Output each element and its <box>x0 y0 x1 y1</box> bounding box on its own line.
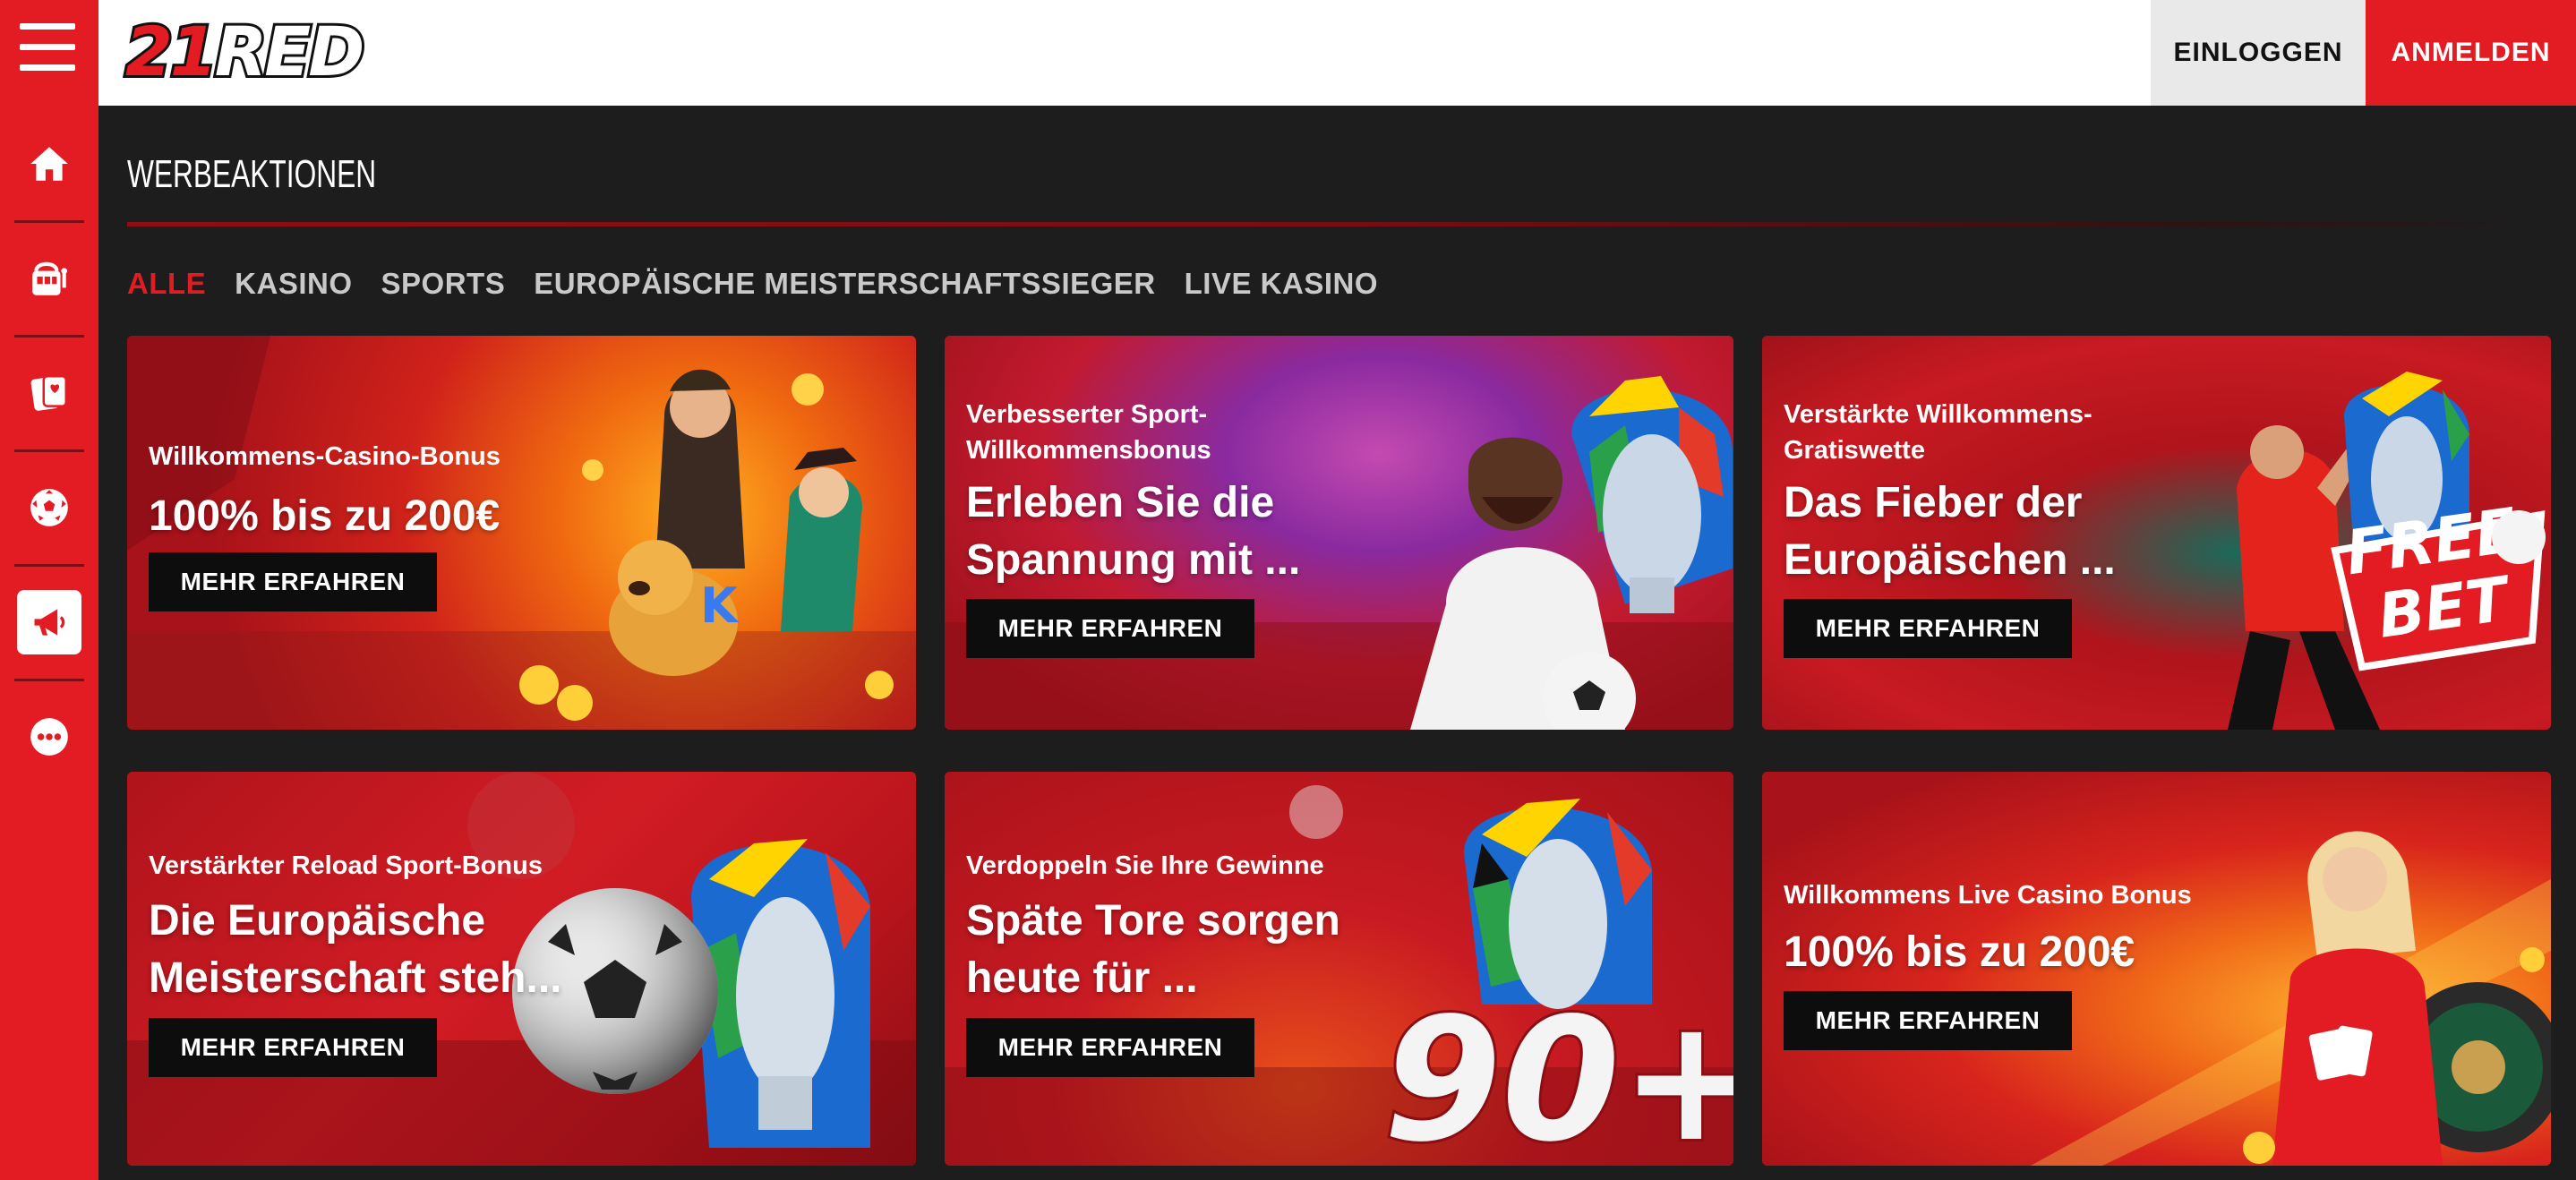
promo-card[interactable]: Verstärkter Reload Sport-Bonus Die Europ… <box>127 772 916 1166</box>
promo-headline: Erleben Sie die Spannung mit ... <box>966 479 1301 584</box>
learn-more-button[interactable]: MEHR ERFAHREN <box>149 1018 437 1077</box>
learn-more-button[interactable]: MEHR ERFAHREN <box>966 1018 1254 1077</box>
page-title: WERBEAKTIONEN <box>127 152 377 196</box>
promo-card[interactable]: Verbesserter Sport-Willkommensbonus Erle… <box>945 336 1733 730</box>
promo-headline: Das Fieber der Europäischen ... <box>1784 479 2116 584</box>
tab-sports[interactable]: SPORTS <box>381 267 506 301</box>
register-button[interactable]: ANMELDEN <box>2366 0 2576 106</box>
learn-more-button[interactable]: MEHR ERFAHREN <box>1784 599 2072 658</box>
promo-subtitle: Willkommens-Casino-Bonus <box>149 442 501 471</box>
learn-more-button[interactable]: MEHR ERFAHREN <box>149 552 437 611</box>
promo-subtitle: Verdoppeln Sie Ihre Gewinne <box>966 851 1324 880</box>
promo-card[interactable]: Willkommens Live Casino Bonus 100% bis z… <box>1762 772 2551 1166</box>
promo-card[interactable]: FREE BET Verstärkte Willkommens-Gratiswe… <box>1762 336 2551 730</box>
learn-more-button[interactable]: MEHR ERFAHREN <box>1784 991 2072 1050</box>
menu-icon[interactable] <box>20 23 75 72</box>
sidebar-item-sports[interactable] <box>0 451 98 564</box>
tab-all[interactable]: ALLE <box>127 267 206 301</box>
sidebar-item-home[interactable] <box>0 107 98 220</box>
promo-filter-tabs: ALLE KASINO SPORTS EUROPÄISCHE MEISTERSC… <box>127 267 1378 301</box>
soccer-ball-icon <box>30 489 68 526</box>
svg-text:K: K <box>700 577 740 634</box>
promo-headline: Späte Tore sorgen heute für ... <box>966 897 1340 1002</box>
tab-euro-champions[interactable]: EUROPÄISCHE MEISTERSCHAFTSSIEGER <box>534 267 1155 301</box>
more-icon <box>30 718 68 756</box>
sidebar-item-casino[interactable] <box>0 222 98 335</box>
sidebar <box>0 0 98 1180</box>
tab-live-casino[interactable]: LIVE KASINO <box>1185 267 1378 301</box>
promo-subtitle: Willkommens Live Casino Bonus <box>1784 881 2192 910</box>
title-divider <box>127 222 2545 227</box>
tab-casino[interactable]: KASINO <box>235 267 352 301</box>
promo-card[interactable]: K Willkommens-Casino-Bonus 100% bis zu 2… <box>127 336 916 730</box>
sidebar-item-cards[interactable] <box>0 337 98 449</box>
slot-machine-icon <box>32 261 67 295</box>
megaphone-icon <box>34 609 65 636</box>
promo-headline: Die Europäische Meisterschaft steh... <box>149 897 562 1002</box>
promo-headline: 100% bis zu 200€ <box>149 492 501 540</box>
learn-more-button[interactable]: MEHR ERFAHREN <box>966 599 1254 658</box>
home-icon <box>30 147 68 181</box>
sidebar-item-promotions[interactable] <box>0 566 98 679</box>
login-button[interactable]: EINLOGGEN <box>2151 0 2366 106</box>
promo-subtitle: Verbesserter Sport-Willkommensbonus <box>966 400 1211 465</box>
promo-subtitle: Verstärkte Willkommens-Gratiswette <box>1784 400 2092 465</box>
promo-headline: 100% bis zu 200€ <box>1784 928 2135 976</box>
sidebar-item-more[interactable] <box>0 680 98 793</box>
promo-card[interactable]: 90+ Verdoppeln Sie Ihre Gewinne Späte To… <box>945 772 1733 1166</box>
promo-subtitle: Verstärkter Reload Sport-Bonus <box>149 851 543 880</box>
cards-icon <box>30 375 67 411</box>
svg-text:90+: 90+ <box>1383 981 1733 1166</box>
brand-logo[interactable]: 21RED <box>123 9 367 94</box>
top-header: 21RED EINLOGGEN ANMELDEN <box>98 0 2576 106</box>
